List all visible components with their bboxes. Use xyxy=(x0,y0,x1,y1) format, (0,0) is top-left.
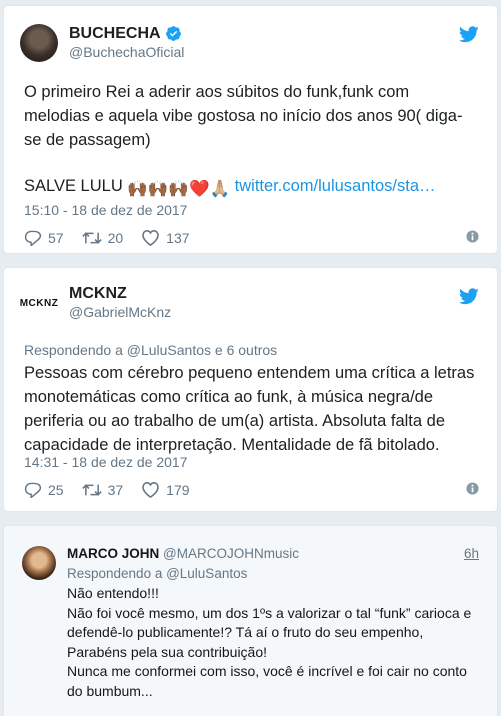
like-count: 137 xyxy=(166,229,190,246)
twitter-bird-icon[interactable] xyxy=(459,288,479,305)
embedded-tweet-buchecha[interactable]: BUCHECHA @BuchechaOficial O primeiro Rei… xyxy=(3,5,498,254)
reply-count: 25 xyxy=(48,481,64,498)
tweet-link[interactable]: twitter.com/lulusantos/sta… xyxy=(235,177,436,195)
reply-line-3: Parabéns pela sua contribuição! xyxy=(67,643,268,660)
tweet-text-salve: SALVE LULU xyxy=(24,177,123,195)
reply-count: 57 xyxy=(48,229,64,246)
like-action[interactable]: 137 xyxy=(141,229,190,246)
tweet-author[interactable]: BUCHECHA @BuchechaOficial xyxy=(20,24,184,62)
author-handle[interactable]: @GabrielMcKnz xyxy=(69,303,171,322)
reply-line-4: Nunca me conformei com isso, você é incr… xyxy=(67,663,467,699)
info-icon[interactable] xyxy=(466,482,479,495)
tweet-timestamp[interactable]: 14:31 - 18 de dez de 2017 xyxy=(24,454,187,470)
author-handle[interactable]: @BuchechaOficial xyxy=(69,43,184,62)
reply-author[interactable]: MARCO JOHN @MARCOJOHNmusic xyxy=(67,546,299,561)
emoji-sequence: 🙌🏾🙌🏾🙌🏾❤️🙏🏼 xyxy=(127,180,231,198)
reply-icon xyxy=(24,230,42,246)
tweet-timestamp[interactable]: 15:10 - 18 de dez de 2017 xyxy=(24,202,187,218)
tweet-text: Pessoas com cérebro pequeno entendem uma… xyxy=(24,364,475,454)
info-icon[interactable] xyxy=(466,230,479,243)
reply-action[interactable]: 57 xyxy=(24,230,64,246)
tweet-text: O primeiro Rei a aderir aos súbitos do f… xyxy=(24,83,463,149)
author-handle[interactable]: @MARCOJOHNmusic xyxy=(163,546,299,561)
reply-text: Não entendo!!! Não foi você mesmo, um do… xyxy=(67,584,485,701)
replying-to[interactable]: Respondendo a @LuluSantos e 6 outros xyxy=(24,342,277,358)
tweet-actions: 57 20 137 xyxy=(24,229,208,246)
retweet-count: 20 xyxy=(107,229,124,246)
avatar[interactable]: MCKNZ xyxy=(20,284,58,322)
like-heart-icon xyxy=(142,481,159,498)
verified-badge-icon xyxy=(165,26,181,41)
retweet-action[interactable]: 37 xyxy=(81,481,124,498)
author-display-name[interactable]: MCKNZ xyxy=(69,284,127,303)
tweet-actions: 25 37 179 xyxy=(24,481,208,498)
twitter-bird-icon[interactable] xyxy=(459,26,479,43)
retweet-action[interactable]: 20 xyxy=(81,229,124,246)
embedded-tweet-mcknz[interactable]: MCKNZ MCKNZ @GabrielMcKnz Respondendo a … xyxy=(3,267,498,512)
reply-tweet-marco-john[interactable]: MARCO JOHN @MARCOJOHNmusic 6h Respondend… xyxy=(3,525,498,716)
reply-action[interactable]: 25 xyxy=(24,482,64,498)
author-display-name[interactable]: BUCHECHA xyxy=(69,24,161,43)
like-heart-icon xyxy=(142,229,159,246)
retweet-count: 37 xyxy=(107,481,124,498)
retweet-icon xyxy=(81,231,102,244)
avatar[interactable] xyxy=(22,546,56,580)
author-display-name[interactable]: MARCO JOHN xyxy=(67,546,159,561)
retweet-icon xyxy=(81,483,102,496)
avatar[interactable] xyxy=(20,24,58,62)
tweet-author[interactable]: MCKNZ MCKNZ @GabrielMcKnz xyxy=(20,284,171,322)
reply-time[interactable]: 6h xyxy=(464,546,479,561)
replying-to[interactable]: Respondendo a @LuluSantos xyxy=(67,566,247,581)
tweet-text-second-line: SALVE LULU 🙌🏾🙌🏾🙌🏾❤️🙏🏼 twitter.com/lulusa… xyxy=(24,174,479,201)
reply-icon xyxy=(24,482,42,498)
reply-line-2: Não foi você mesmo, um dos 1ºs a valoriz… xyxy=(67,604,472,641)
like-count: 179 xyxy=(166,481,190,498)
reply-line-1: Não entendo!!! xyxy=(67,585,159,601)
like-action[interactable]: 179 xyxy=(141,481,190,498)
